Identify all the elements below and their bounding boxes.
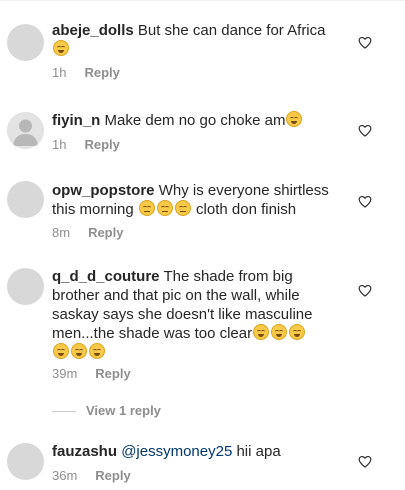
view-replies-button[interactable]: View 1 reply xyxy=(52,403,161,419)
comment-text: q_d_d_couture The shade from big brother… xyxy=(52,267,344,362)
comment-time: 1h xyxy=(52,137,67,152)
laughing-emoji-icon xyxy=(53,40,69,56)
comment-meta: 39m Reply xyxy=(52,366,131,382)
laughing-emoji-icon xyxy=(53,343,69,359)
comment-body: hii apa xyxy=(236,443,281,460)
laughing-emoji-icon xyxy=(253,324,270,340)
comment-username[interactable]: q_d_d_couture xyxy=(52,268,160,285)
comment-username[interactable]: fauzashu xyxy=(52,443,117,460)
comment-meta: 36m Reply xyxy=(52,468,131,484)
like-heart-icon[interactable] xyxy=(358,195,372,208)
comment-body: But she can dance for Africa xyxy=(137,22,326,39)
laughing-emoji-icon xyxy=(89,343,105,359)
comment-body-continued: cloth don finish xyxy=(196,201,297,218)
avatar[interactable] xyxy=(7,24,44,61)
view-replies-label[interactable]: View 1 reply xyxy=(86,403,161,418)
comment-username[interactable]: fiyin_n xyxy=(52,112,100,129)
comment-text: fiyin_n Make dem no go choke am xyxy=(52,111,344,130)
comment-text: opw_popstore Why is everyone shirtless t… xyxy=(52,181,344,219)
comment-meta: 1h Reply xyxy=(52,137,120,153)
like-heart-icon[interactable] xyxy=(358,36,372,49)
like-heart-icon[interactable] xyxy=(358,455,372,468)
like-heart-icon[interactable] xyxy=(358,284,372,297)
comment-meta: 1h Reply xyxy=(52,65,120,81)
comment-text: fauzashu @jessymoney25 hii apa xyxy=(52,442,344,461)
comment-text: abeje_dolls But she can dance for Africa xyxy=(52,21,344,59)
relieved-emoji-icon xyxy=(174,200,191,216)
comment-meta: 8m Reply xyxy=(52,225,123,241)
comment-username[interactable]: opw_popstore xyxy=(52,182,155,199)
replies-divider xyxy=(52,411,76,413)
reply-button[interactable]: Reply xyxy=(84,65,119,80)
comment-time: 39m xyxy=(52,366,78,381)
comment-time: 1h xyxy=(52,65,67,80)
reply-button[interactable]: Reply xyxy=(88,225,123,240)
laughing-emoji-icon xyxy=(286,111,303,127)
relieved-emoji-icon xyxy=(156,200,173,216)
avatar[interactable] xyxy=(7,181,44,218)
comment-mention-link[interactable]: @jessymoney25 xyxy=(121,443,232,460)
comment-time: 36m xyxy=(52,468,78,483)
relieved-emoji-icon xyxy=(138,200,155,216)
like-heart-icon[interactable] xyxy=(358,124,372,137)
comment-body: Make dem no go choke am xyxy=(104,112,286,129)
comment-username[interactable]: abeje_dolls xyxy=(52,22,134,39)
reply-button[interactable]: Reply xyxy=(95,366,130,381)
laughing-emoji-icon xyxy=(71,343,87,359)
avatar[interactable] xyxy=(7,268,44,305)
reply-button[interactable]: Reply xyxy=(95,468,130,483)
avatar[interactable] xyxy=(7,112,44,149)
comment-time: 8m xyxy=(52,225,71,240)
reply-button[interactable]: Reply xyxy=(84,137,119,152)
default-user-icon xyxy=(7,112,44,149)
top-divider xyxy=(0,0,405,4)
laughing-emoji-icon xyxy=(271,324,288,340)
laughing-emoji-icon xyxy=(289,324,306,340)
avatar[interactable] xyxy=(7,443,44,480)
